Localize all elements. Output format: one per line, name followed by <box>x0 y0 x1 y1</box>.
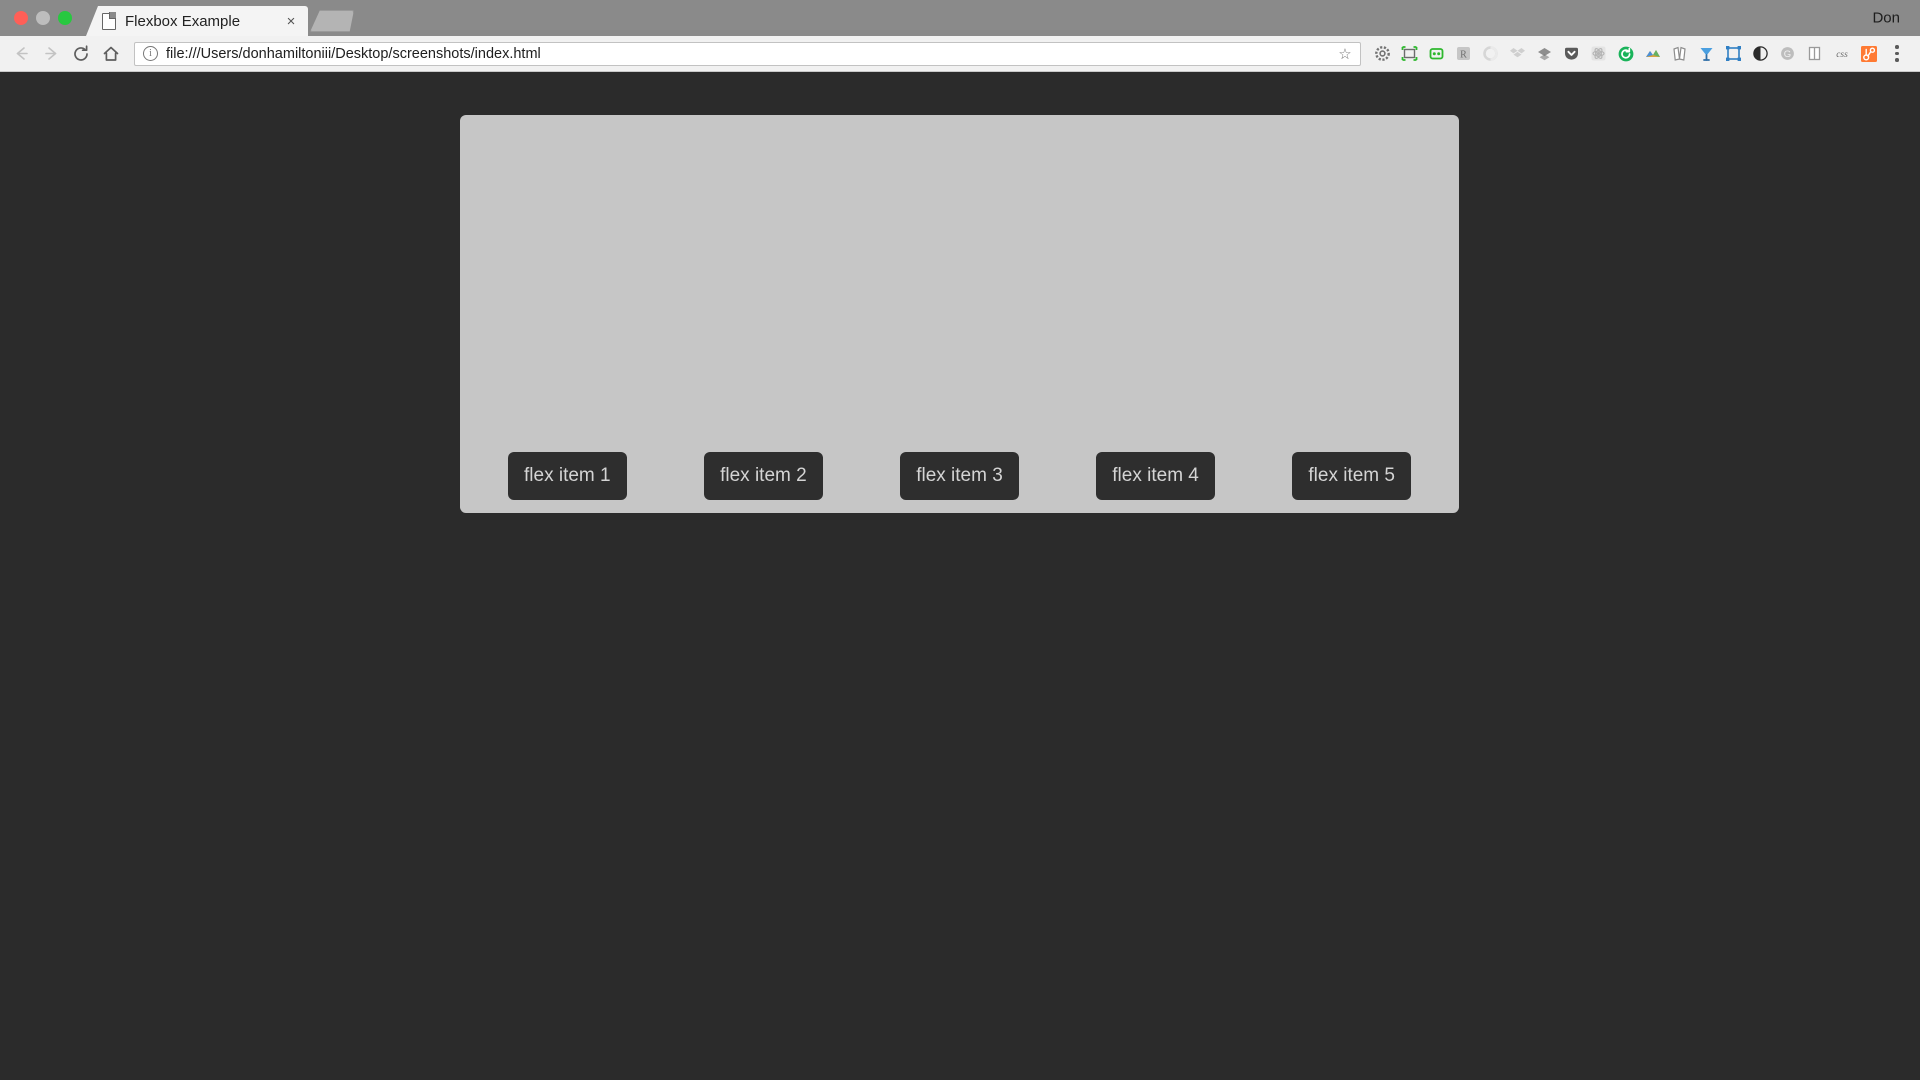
menu-dot <box>1895 45 1899 49</box>
new-tab-button[interactable] <box>310 10 354 32</box>
book-icon[interactable] <box>1801 39 1828 69</box>
books-icon[interactable] <box>1666 39 1693 69</box>
browser-tab[interactable]: Flexbox Example × <box>86 6 308 36</box>
atom-icon[interactable] <box>1585 39 1612 69</box>
close-tab-icon[interactable]: × <box>282 12 300 30</box>
flex-container: flex item 1 flex item 2 flex item 3 flex… <box>460 115 1459 513</box>
pocket-icon[interactable] <box>1558 39 1585 69</box>
back-icon[interactable] <box>6 39 36 69</box>
browser-toolbar: file:///Users/donhamiltoniii/Desktop/scr… <box>0 36 1920 72</box>
screenshot-icon[interactable] <box>1396 39 1423 69</box>
maximize-window-button[interactable] <box>58 11 72 25</box>
r-letter-icon[interactable]: R <box>1450 39 1477 69</box>
svg-text:R: R <box>1460 49 1467 60</box>
hubspot-icon[interactable] <box>1855 39 1882 69</box>
address-bar[interactable]: file:///Users/donhamiltoniii/Desktop/scr… <box>134 41 1361 66</box>
svg-text:css: css <box>1836 50 1848 60</box>
tab-title: Flexbox Example <box>125 12 241 30</box>
svg-text:G: G <box>1784 49 1791 60</box>
flex-item: flex item 4 <box>1096 452 1215 500</box>
mountain-icon[interactable] <box>1639 39 1666 69</box>
layers-icon[interactable] <box>1531 39 1558 69</box>
c-letter-icon[interactable]: G <box>1774 39 1801 69</box>
extension-icons: R G css <box>1369 39 1882 69</box>
menu-dot <box>1895 51 1899 56</box>
gear-icon[interactable] <box>1369 39 1396 69</box>
page-icon <box>102 12 117 30</box>
info-circle-icon[interactable] <box>143 46 158 61</box>
flex-item: flex item 5 <box>1292 452 1411 500</box>
css-icon[interactable]: css <box>1828 39 1855 69</box>
window-controls <box>0 0 82 36</box>
refresh-green-icon[interactable] <box>1612 39 1639 69</box>
browser-window: Flexbox Example × Don i file:///Users/do… <box>0 0 1920 1080</box>
close-window-button[interactable] <box>14 11 28 25</box>
minimize-window-button[interactable] <box>36 11 50 25</box>
url-text[interactable]: file:///Users/donhamiltoniii/Desktop/scr… <box>166 46 1336 62</box>
page-viewport: flex item 1 flex item 2 flex item 3 flex… <box>0 72 1920 1080</box>
reload-icon[interactable] <box>66 39 96 69</box>
chrome-menu-button[interactable] <box>1884 39 1910 69</box>
flex-item: flex item 2 <box>704 452 823 500</box>
flex-item: flex item 1 <box>508 452 627 500</box>
home-icon[interactable] <box>96 39 126 69</box>
y-letter-icon[interactable] <box>1693 39 1720 69</box>
bookmark-star-icon[interactable]: ☆ <box>1336 45 1354 63</box>
profile-name[interactable]: Don <box>1872 10 1900 27</box>
tab-bar: Flexbox Example × Don <box>0 0 1920 36</box>
dropbox-icon[interactable] <box>1504 39 1531 69</box>
circle-icon[interactable] <box>1477 39 1504 69</box>
flex-item: flex item 3 <box>900 452 1019 500</box>
menu-dot <box>1895 58 1899 62</box>
robot-icon[interactable] <box>1423 39 1450 69</box>
grid-blue-icon[interactable] <box>1720 39 1747 69</box>
contrast-icon[interactable] <box>1747 39 1774 69</box>
forward-icon[interactable] <box>36 39 66 69</box>
